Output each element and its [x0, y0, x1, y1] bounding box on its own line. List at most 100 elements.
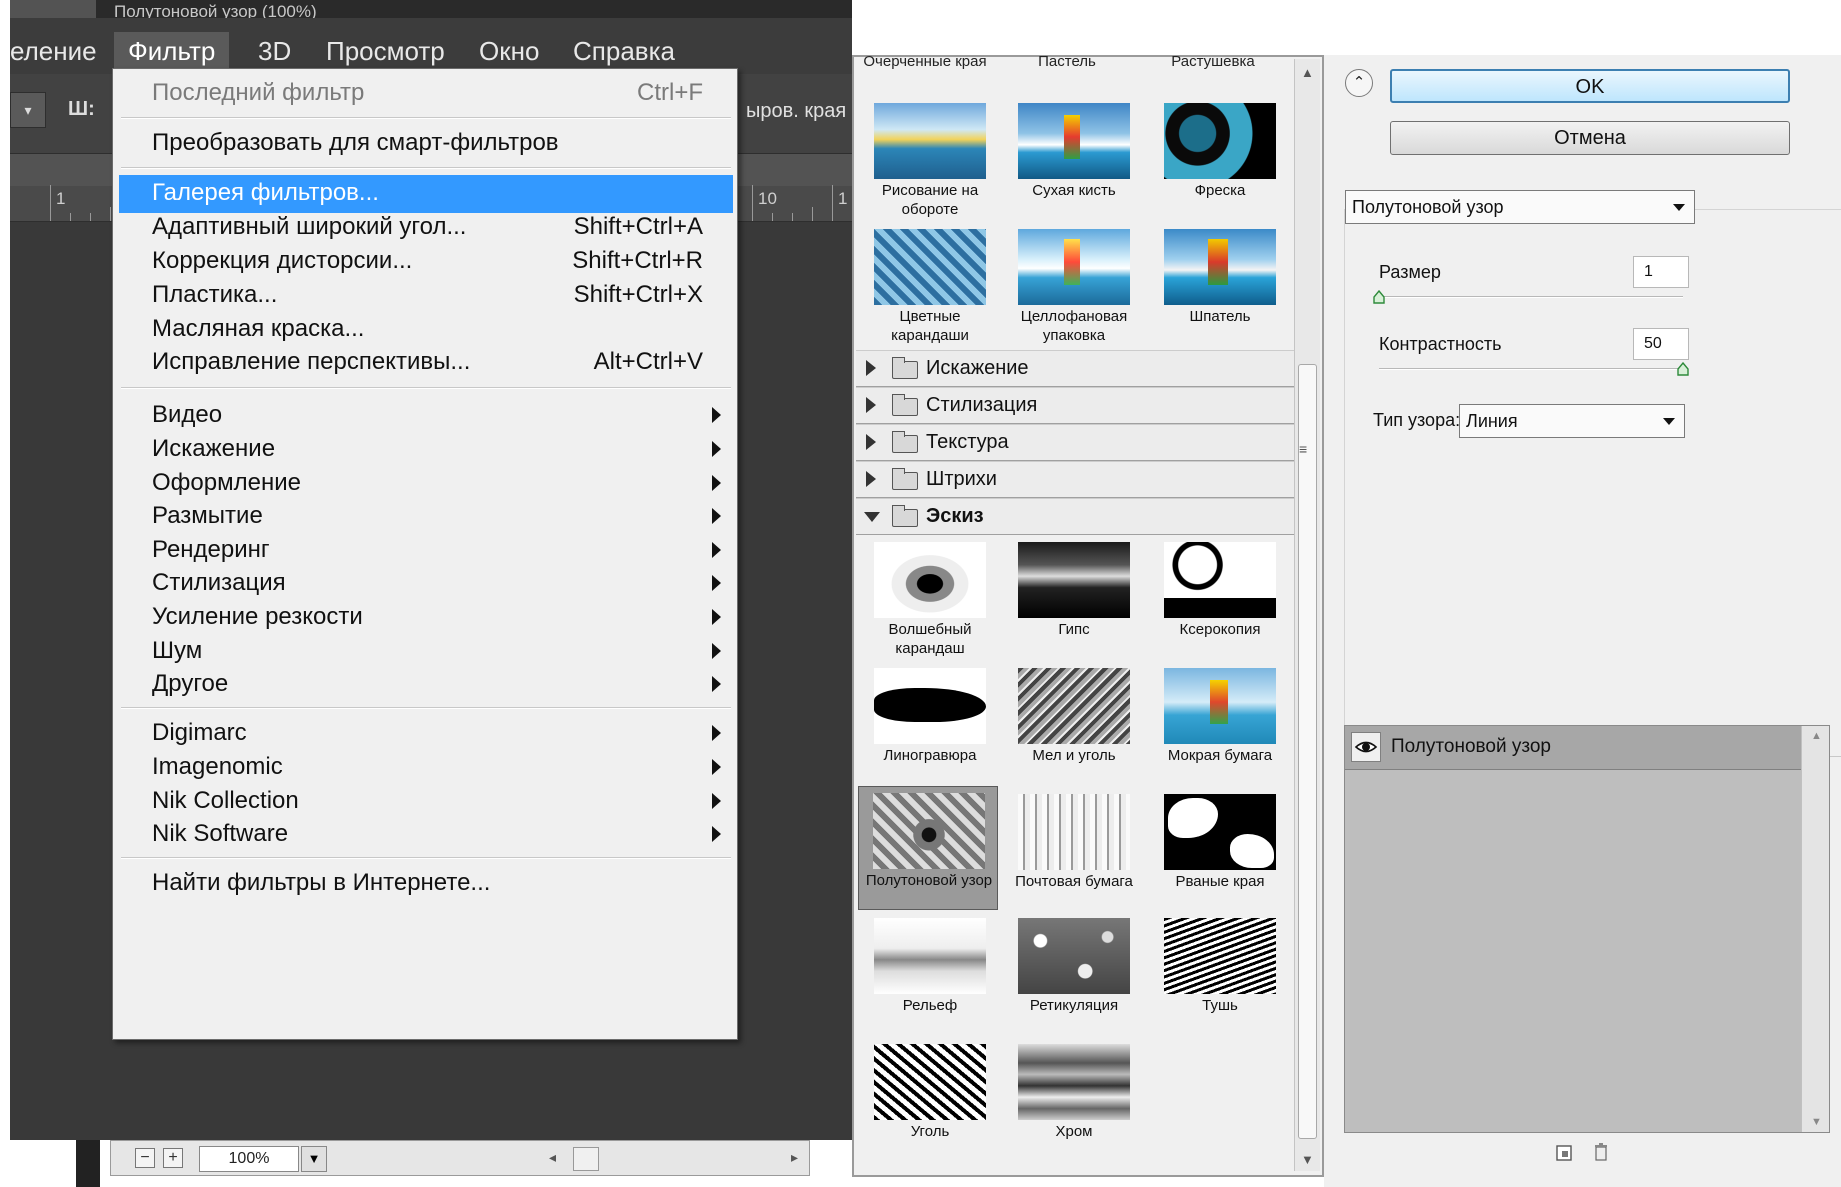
filter-type-select[interactable]: Полутоновой узор: [1345, 190, 1695, 224]
filter-thumb-torn-edges[interactable]: Рваные края: [1150, 788, 1290, 912]
menu-item-adaptive-wide-angle[interactable]: Адаптивный широкий угол... Shift+Ctrl+A: [119, 209, 733, 247]
size-slider-track[interactable]: [1379, 296, 1683, 298]
submenu-arrow-icon: [712, 508, 721, 524]
menu-item-distort[interactable]: Искажение: [119, 431, 733, 469]
contrast-input[interactable]: 50: [1633, 328, 1689, 360]
category-sketch[interactable]: Эскиз: [856, 498, 1296, 535]
filter-thumb-plastic-wrap[interactable]: Целлофановая упаковка: [1004, 223, 1144, 347]
filter-thumb-bas-relief-pencil[interactable]: Волшебный карандаш: [860, 536, 1000, 660]
status-bar: − + 100% ▼ ◂ ▸: [110, 1140, 810, 1176]
filter-thumb-relief[interactable]: Рельеф: [860, 912, 1000, 1036]
menu-3d[interactable]: 3D: [244, 32, 305, 72]
menu-separator: [121, 707, 731, 709]
filter-thumb-charcoal[interactable]: Уголь: [860, 1038, 1000, 1162]
ok-button[interactable]: OK: [1390, 69, 1790, 103]
menu-item-browse-filters-online[interactable]: Найти фильтры в Интернете...: [119, 865, 733, 903]
submenu-arrow-icon: [712, 759, 721, 775]
effects-scrollbar[interactable]: ▲ ▼: [1801, 726, 1829, 1132]
size-label: Размер: [1379, 262, 1441, 282]
filter-preview-image: [874, 668, 986, 744]
contrast-slider-thumb[interactable]: [1677, 362, 1689, 376]
visibility-toggle[interactable]: [1351, 732, 1381, 762]
filter-preview-image: [874, 918, 986, 994]
thumb-caption: Очерченные края: [863, 53, 987, 70]
filter-preview-image: [1164, 668, 1276, 744]
zoom-dropdown-button[interactable]: ▼: [301, 1146, 327, 1172]
filter-thumb-photocopy[interactable]: Ксерокопия: [1150, 536, 1290, 660]
scroll-thumb[interactable]: [1298, 364, 1317, 1139]
filter-thumb-colored-pencil[interactable]: Цветные карандаши: [860, 223, 1000, 347]
filter-thumb-stamp[interactable]: Линогравюра: [860, 662, 1000, 786]
filter-menu-dropdown: Последний фильтр Ctrl+F Преобразовать дл…: [112, 68, 738, 1040]
filter-thumb-chalk-charcoal[interactable]: Мел и уголь: [1004, 662, 1144, 786]
contrast-slider-track[interactable]: [1379, 368, 1683, 370]
filter-settings-panel: ⌃ OK Отмена Полутоновой узор Размер 1 Ко…: [1324, 55, 1841, 1187]
category-stylize[interactable]: Стилизация: [856, 387, 1296, 424]
scroll-down-arrow-icon[interactable]: ▼: [1811, 1116, 1822, 1128]
horizontal-scroll-thumb[interactable]: [573, 1147, 599, 1171]
filter-thumb-note-paper[interactable]: Почтовая бумага: [1004, 788, 1144, 912]
zoom-out-button[interactable]: −: [135, 1148, 155, 1168]
scroll-down-arrow-icon[interactable]: ▼: [1301, 1152, 1314, 1167]
scroll-up-arrow-icon[interactable]: ▲: [1301, 65, 1314, 80]
thumb-caption: Растушевка: [1171, 53, 1255, 70]
filter-thumb-dry-brush[interactable]: Сухая кисть: [1004, 97, 1144, 221]
menu-select[interactable]: еление: [0, 32, 111, 72]
menu-item-video[interactable]: Видео: [119, 397, 733, 435]
filter-thumb-palette-knife[interactable]: Шпатель: [1150, 223, 1290, 347]
pattern-type-select[interactable]: Линия: [1459, 404, 1685, 438]
menu-item-digimarc[interactable]: Digimarc: [119, 715, 733, 753]
scroll-up-arrow-icon[interactable]: ▲: [1811, 730, 1822, 742]
menu-item-imagenomic[interactable]: Imagenomic: [119, 749, 733, 787]
trash-icon[interactable]: [1594, 1143, 1608, 1161]
filter-thumb-fresco[interactable]: Фреска: [1150, 97, 1290, 221]
filter-thumb-underpainting[interactable]: Рисование на обороте: [860, 97, 1000, 221]
size-input[interactable]: 1: [1633, 256, 1689, 288]
menu-item-convert-smart-filters[interactable]: Преобразовать для смарт-фильтров: [119, 125, 733, 163]
new-effect-layer-icon[interactable]: [1556, 1145, 1572, 1161]
zoom-level-field[interactable]: 100%: [199, 1146, 299, 1172]
folder-icon: [892, 357, 918, 379]
menu-item-blur[interactable]: Размытие: [119, 498, 733, 536]
menu-item-vanishing-point[interactable]: Исправление перспективы... Alt+Ctrl+V: [119, 344, 733, 382]
menu-item-lens-correction[interactable]: Коррекция дисторсии... Shift+Ctrl+R: [119, 243, 733, 281]
submenu-arrow-icon: [712, 475, 721, 491]
ruler-label: 10: [758, 189, 777, 208]
filter-thumb-halftone-pattern[interactable]: Полутоновой узор: [858, 786, 998, 910]
filter-preview-image: [874, 103, 986, 179]
expand-triangle-icon: [866, 397, 876, 413]
menu-view[interactable]: Просмотр: [312, 32, 459, 72]
collapse-preview-button[interactable]: ⌃: [1345, 69, 1373, 97]
chevron-down-icon: [1673, 204, 1685, 211]
cancel-button[interactable]: Отмена: [1390, 121, 1790, 155]
tool-preset-dropdown[interactable]: ▾: [10, 92, 46, 128]
menu-item-filter-gallery[interactable]: Галерея фильтров...: [119, 175, 733, 213]
gallery-scrollbar[interactable]: ▲ ≡ ▼: [1294, 59, 1320, 1171]
refine-edge-button[interactable]: ыров. края: [746, 100, 846, 123]
category-brush-strokes[interactable]: Штрихи: [856, 461, 1296, 498]
filter-preview-image: [1164, 542, 1276, 618]
filter-thumb-chrome[interactable]: Хром: [1004, 1038, 1144, 1162]
filter-thumb-graphic-pen[interactable]: Тушь: [1150, 912, 1290, 1036]
menu-window[interactable]: Окно: [465, 32, 553, 72]
menu-item-stylize[interactable]: Стилизация: [119, 565, 733, 603]
filter-thumb-plaster[interactable]: Гипс: [1004, 536, 1144, 660]
menu-filter[interactable]: Фильтр: [114, 32, 230, 72]
category-distort[interactable]: Искажение: [856, 350, 1296, 387]
menu-item-liquify[interactable]: Пластика... Shift+Ctrl+X: [119, 277, 733, 315]
zoom-in-button[interactable]: +: [163, 1148, 183, 1168]
effect-layer-row[interactable]: Полутоновой узор: [1345, 726, 1801, 770]
filter-thumb-note-paper-wet[interactable]: Мокрая бумага: [1150, 662, 1290, 786]
menu-help[interactable]: Справка: [559, 32, 689, 72]
filter-gallery-panel: Очерченные края Пастель Растушевка Рисов…: [852, 53, 1324, 1177]
scroll-left-arrow-icon[interactable]: ◂: [549, 1149, 556, 1166]
filter-thumb-reticulation[interactable]: Ретикуляция: [1004, 912, 1144, 1036]
scroll-right-arrow-icon[interactable]: ▸: [791, 1149, 798, 1166]
pattern-type-label: Тип узора:: [1373, 410, 1461, 430]
menu-item-sharpen[interactable]: Усиление резкости: [119, 599, 733, 637]
menu-item-nik-software[interactable]: Nik Software: [119, 816, 733, 854]
size-slider-thumb[interactable]: [1373, 290, 1385, 304]
category-texture[interactable]: Текстура: [856, 424, 1296, 461]
menu-item-other[interactable]: Другое: [119, 666, 733, 704]
filter-preview-image: [1018, 103, 1130, 179]
